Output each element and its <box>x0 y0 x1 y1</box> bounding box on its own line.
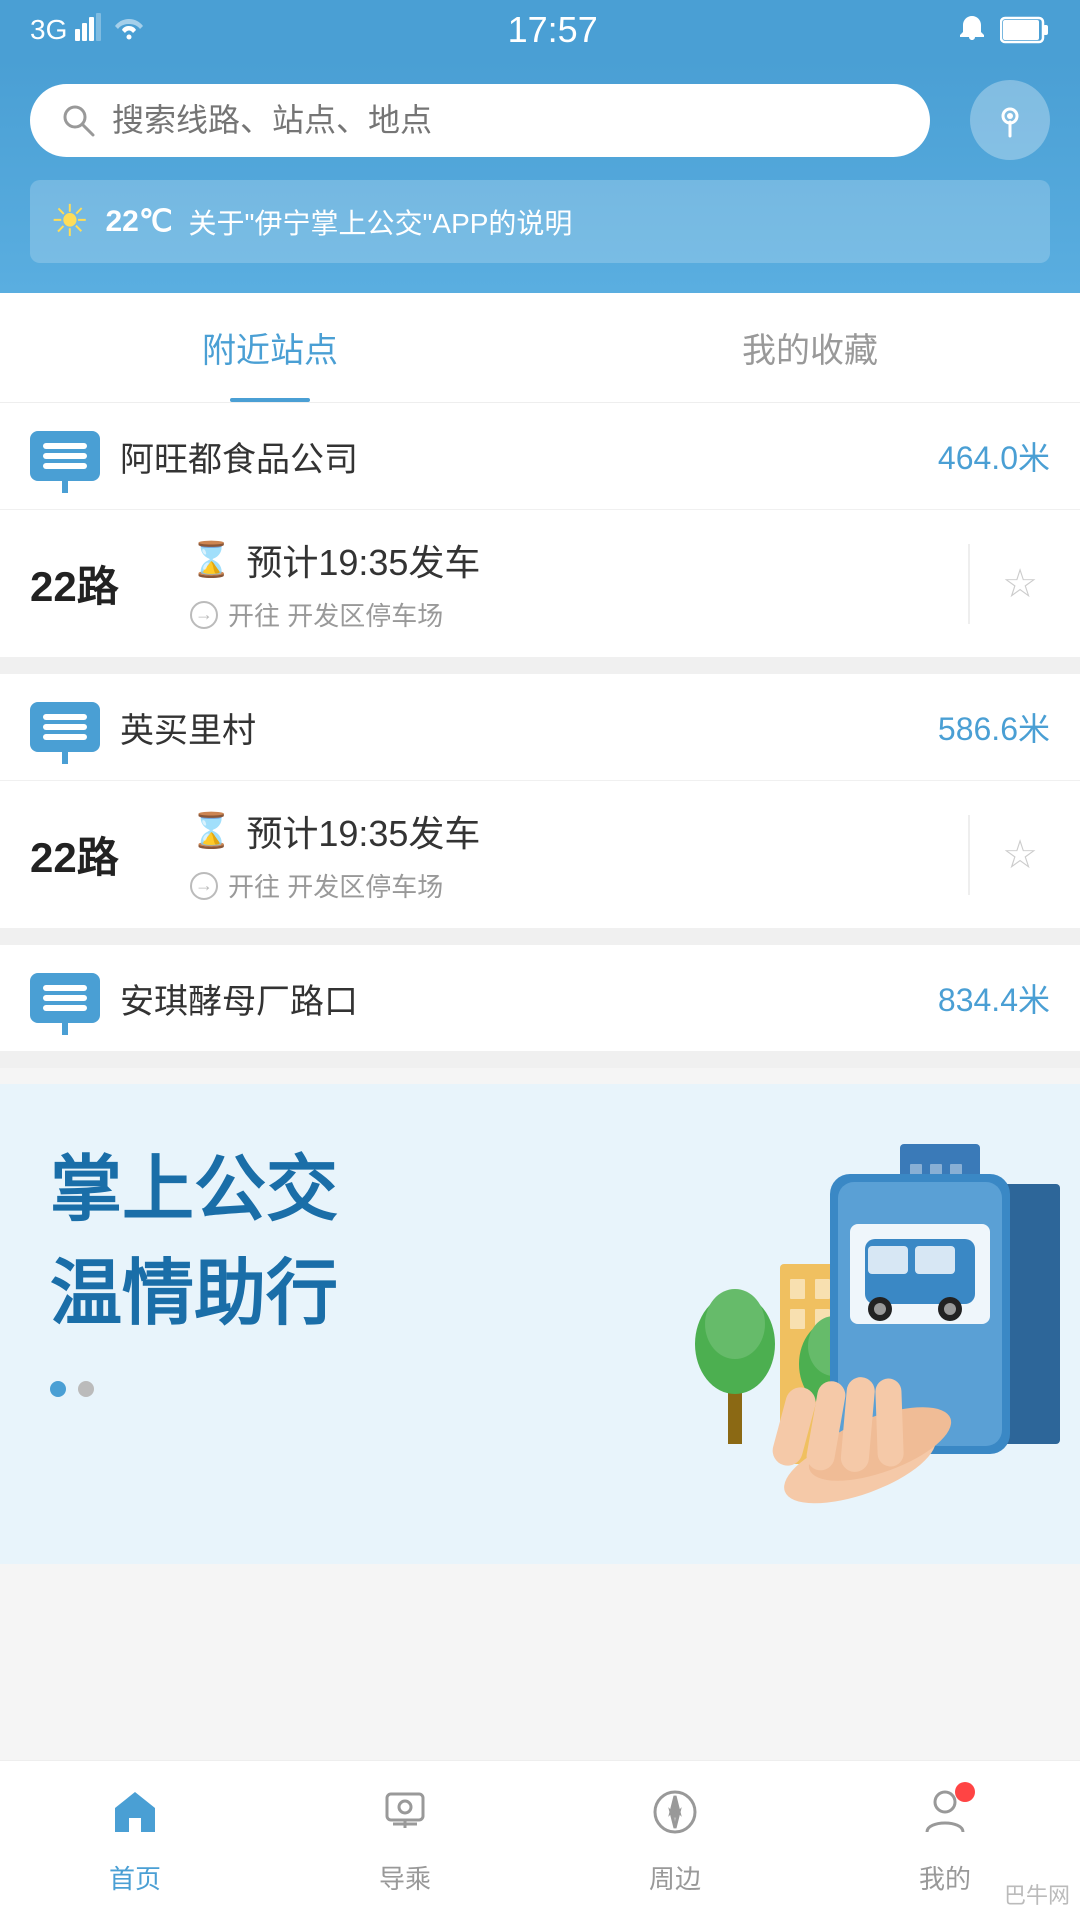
guide-icon <box>379 1786 431 1851</box>
search-bar[interactable] <box>30 84 930 157</box>
nav-home[interactable]: 首页 <box>0 1786 270 1896</box>
header: ☀ 22℃ 关于"伊宁掌上公交"APP的说明 <box>0 60 1080 293</box>
star-button-1[interactable]: ☆ <box>990 554 1050 614</box>
home-icon <box>109 1786 161 1851</box>
nav-nearby-label: 周边 <box>649 1859 701 1896</box>
station-header-3[interactable]: 安琪酵母厂路口 834.4米 <box>0 945 1080 1052</box>
banner-dots <box>50 1381 1030 1397</box>
direction-arrow-1: → <box>190 601 218 629</box>
station-distance-2: 586.6米 <box>938 704 1050 750</box>
location-button[interactable] <box>970 80 1050 160</box>
route-separator-1 <box>968 544 970 624</box>
tab-favorites[interactable]: 我的收藏 <box>540 293 1080 402</box>
notification-badge <box>955 1782 975 1802</box>
hourglass-icon-1: ⌛ <box>190 540 232 580</box>
search-input[interactable] <box>112 102 900 139</box>
temperature: 22℃ <box>105 204 172 239</box>
route-separator-2 <box>968 815 970 895</box>
route-direction-2: 开往 开发区停车场 <box>228 867 443 904</box>
nav-home-label: 首页 <box>109 1859 161 1896</box>
route-direction-1: 开往 开发区停车场 <box>228 596 443 633</box>
route-time-2: 预计19:35发车 <box>246 805 480 857</box>
search-icon <box>60 102 96 138</box>
direction-arrow-2: → <box>190 872 218 900</box>
nav-mine-label: 我的 <box>919 1859 971 1896</box>
status-time: 17:57 <box>508 9 598 51</box>
route-row-2[interactable]: 22路 ⌛ 预计19:35发车 → 开往 开发区停车场 ☆ <box>0 781 1080 929</box>
tab-bar: 附近站点 我的收藏 <box>0 293 1080 403</box>
section-separator-1 <box>0 658 1080 674</box>
station-section-2: 英买里村 586.6米 22路 ⌛ 预计19:35发车 → 开往 开发区停车场 … <box>0 674 1080 929</box>
status-icons <box>958 14 1050 46</box>
route-row-1[interactable]: 22路 ⌛ 预计19:35发车 → 开往 开发区停车场 ☆ <box>0 510 1080 658</box>
notice-bar: ☀ 22℃ 关于"伊宁掌上公交"APP的说明 <box>30 180 1050 263</box>
tab-nearby[interactable]: 附近站点 <box>0 293 540 402</box>
compass-icon <box>649 1786 701 1851</box>
nav-guide-label: 导乘 <box>379 1859 431 1896</box>
station-icon-3 <box>30 973 100 1023</box>
route-number-1: 22路 <box>30 553 190 614</box>
route-number-2: 22路 <box>30 824 190 885</box>
nav-nearby[interactable]: 周边 <box>540 1786 810 1896</box>
hourglass-icon-2: ⌛ <box>190 811 232 851</box>
banner-title-2: 温情助行 <box>50 1248 1030 1342</box>
banner-section: 掌上公交 温情助行 <box>0 1084 1080 1564</box>
banner-dot-2[interactable] <box>78 1381 94 1397</box>
station-section-3: 安琪酵母厂路口 834.4米 <box>0 945 1080 1052</box>
banner-dot-1[interactable] <box>50 1381 66 1397</box>
station-header-2[interactable]: 英买里村 586.6米 <box>0 674 1080 781</box>
star-button-2[interactable]: ☆ <box>990 825 1050 885</box>
station-icon-1 <box>30 431 100 481</box>
nav-guide[interactable]: 导乘 <box>270 1786 540 1896</box>
banner-content: 掌上公交 温情助行 <box>0 1084 1080 1457</box>
station-name-1: 阿旺都食品公司 <box>120 432 938 481</box>
route-info-2: ⌛ 预计19:35发车 → 开往 开发区停车场 <box>190 805 948 904</box>
section-separator-3 <box>0 1052 1080 1068</box>
station-name-3: 安琪酵母厂路口 <box>120 974 938 1023</box>
weather-icon: ☀ <box>50 196 89 247</box>
nav-spacer <box>0 1564 1080 1724</box>
station-distance-1: 464.0米 <box>938 433 1050 479</box>
status-bar: 3G 17:57 <box>0 0 1080 60</box>
section-separator-2 <box>0 929 1080 945</box>
route-time-1: 预计19:35发车 <box>246 534 480 586</box>
status-signal: 3G <box>30 13 147 48</box>
station-icon-2 <box>30 702 100 752</box>
watermark: 巴牛网 <box>1004 1878 1070 1910</box>
banner-title-1: 掌上公交 <box>50 1144 1030 1238</box>
bottom-nav: 首页 导乘 周边 <box>0 1760 1080 1920</box>
station-header-1[interactable]: 阿旺都食品公司 464.0米 <box>0 403 1080 510</box>
station-distance-3: 834.4米 <box>938 975 1050 1021</box>
station-section-1: 阿旺都食品公司 464.0米 22路 ⌛ 预计19:35发车 → 开往 开发区停… <box>0 403 1080 658</box>
station-name-2: 英买里村 <box>120 703 938 752</box>
nav-mine-badge <box>919 1786 971 1851</box>
route-info-1: ⌛ 预计19:35发车 → 开往 开发区停车场 <box>190 534 948 633</box>
notice-text: 关于"伊宁掌上公交"APP的说明 <box>189 202 1030 242</box>
